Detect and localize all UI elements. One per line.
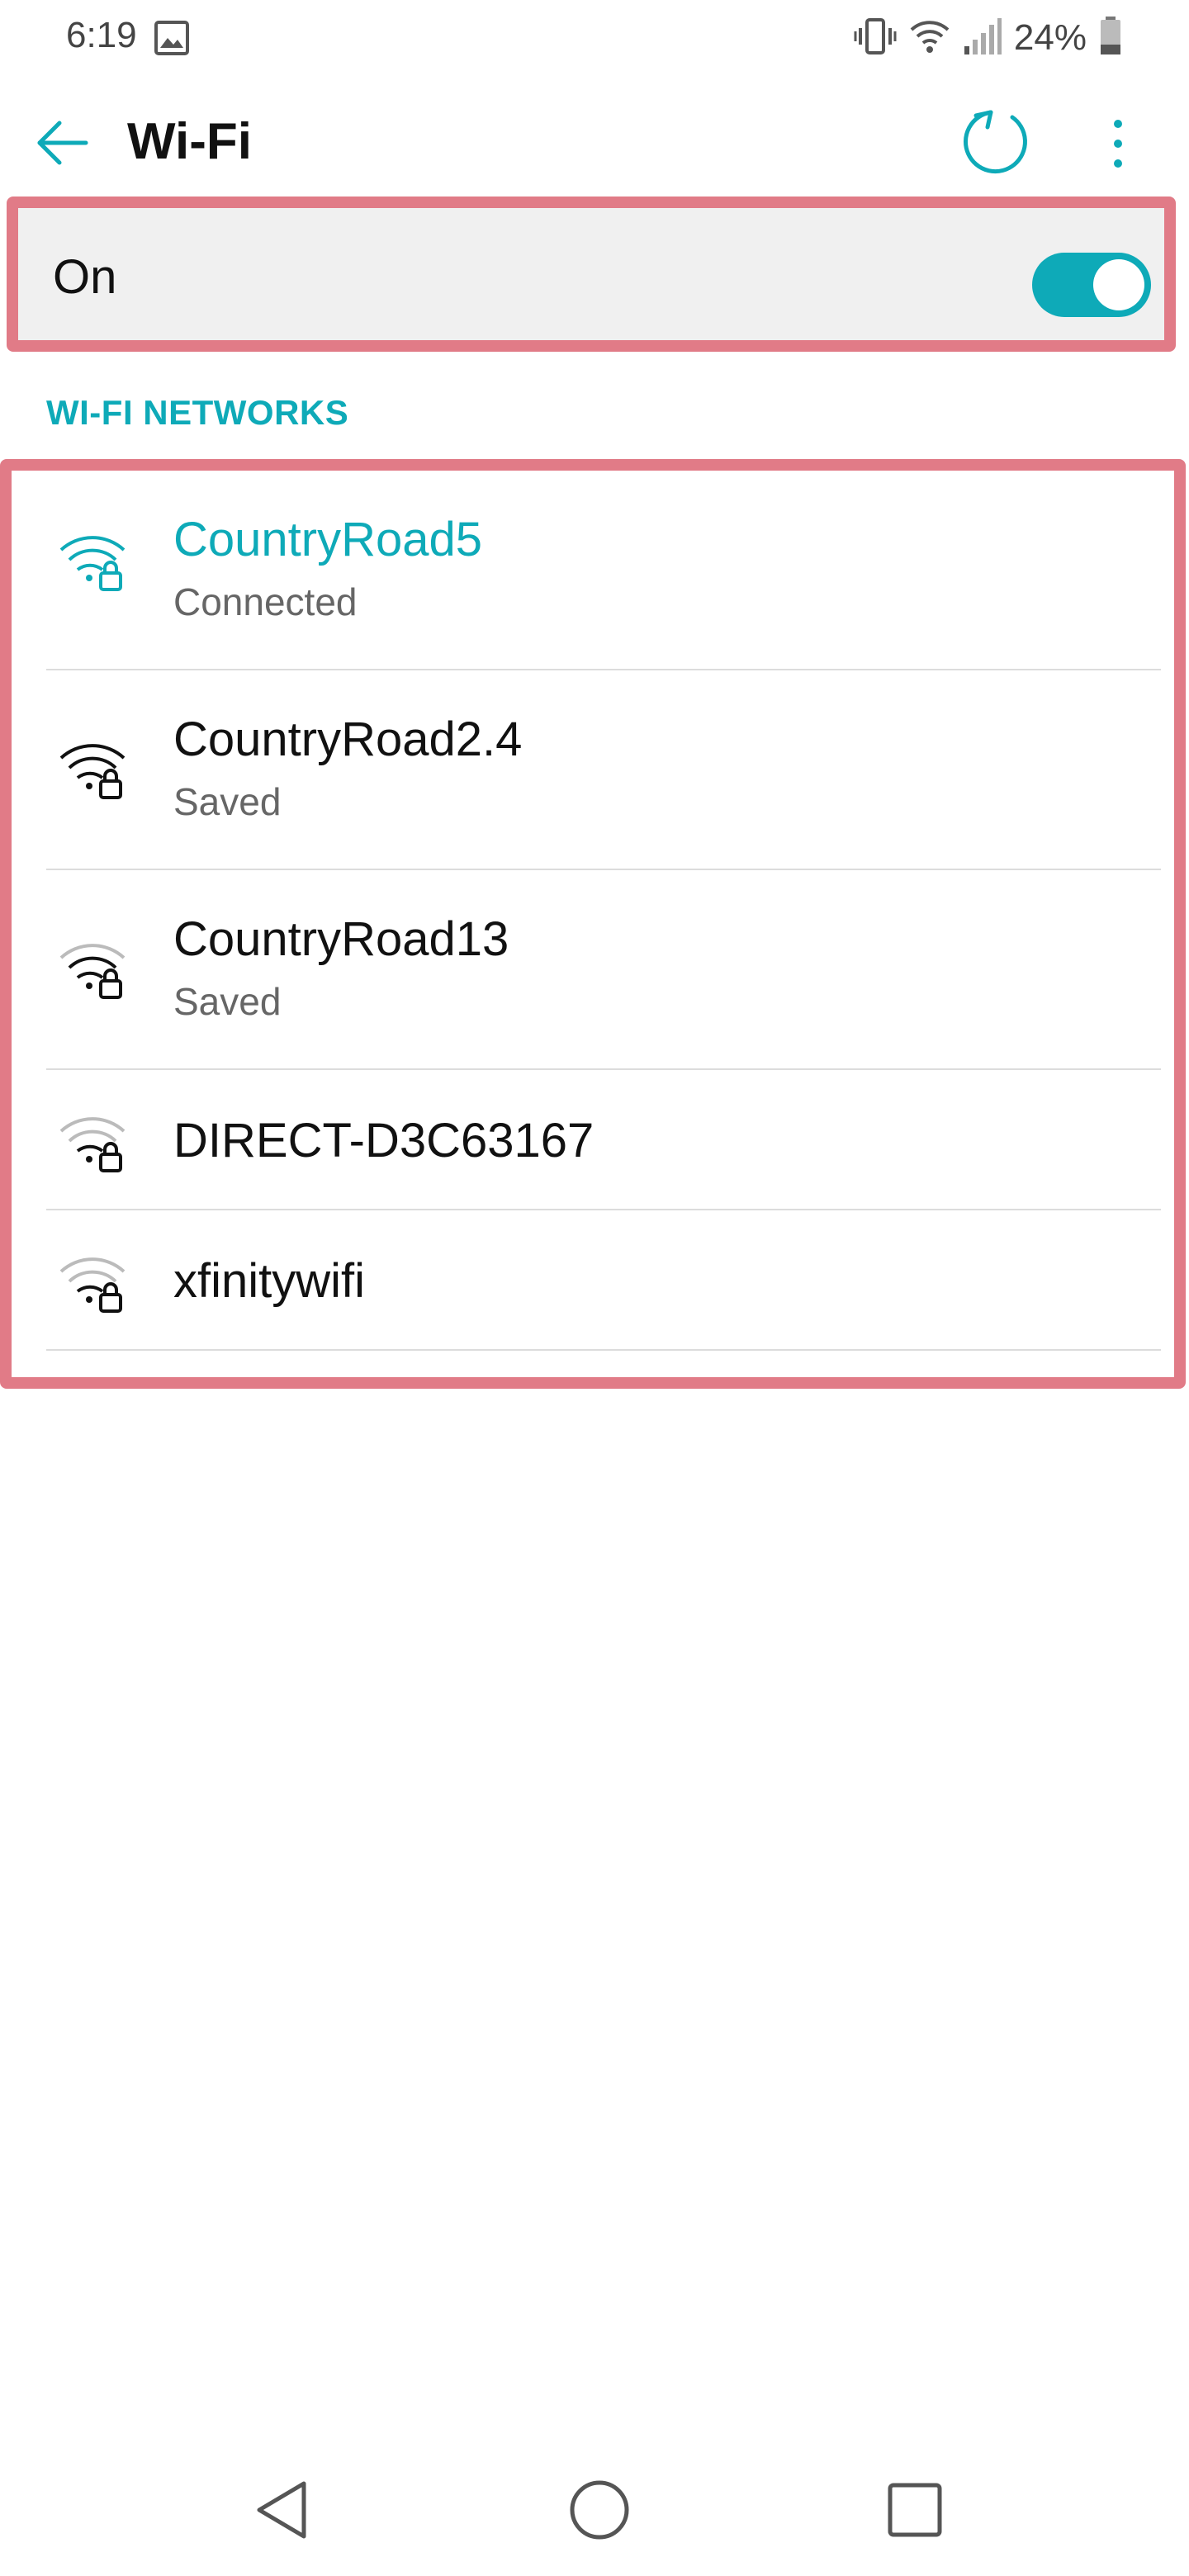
wifi-lock-icon: [58, 736, 132, 807]
wifi-status-icon: [908, 15, 951, 62]
battery-icon: [1098, 15, 1123, 62]
wifi-lock-icon: [58, 1250, 132, 1320]
wifi-switch[interactable]: [1032, 253, 1151, 317]
network-name: CountryRoad13: [173, 912, 509, 966]
recents-square-icon[interactable]: [874, 2469, 956, 2551]
section-header: WI-FI NETWORKS: [46, 393, 349, 432]
network-status: Connected: [173, 580, 358, 623]
network-name: CountryRoad2.4: [173, 713, 523, 766]
image-icon: [154, 20, 190, 60]
back-triangle-icon[interactable]: [243, 2469, 325, 2551]
home-circle-icon[interactable]: [558, 2469, 641, 2551]
network-item-countryroad2-4[interactable]: CountryRoad2.4 Saved: [46, 670, 1161, 870]
more-vert-icon[interactable]: [1092, 109, 1144, 178]
cell-signal-icon: [963, 15, 1002, 62]
wifi-lock-icon: [58, 1110, 132, 1180]
navigation-bar: [0, 2444, 1189, 2576]
back-arrow-icon[interactable]: [33, 113, 92, 173]
page-title: Wi-Fi: [127, 113, 252, 170]
wifi-lock-icon: [58, 936, 132, 1006]
network-item-countryroad5[interactable]: CountryRoad5 Connected: [46, 471, 1161, 670]
network-list: CountryRoad5 Connected CountryRoad2.4 Sa…: [0, 459, 1186, 1389]
network-name: xfinitywifi: [173, 1254, 366, 1308]
switch-knob: [1093, 259, 1144, 310]
battery-percent: 24%: [1013, 17, 1087, 58]
network-item-countryroad13[interactable]: CountryRoad13 Saved: [46, 870, 1161, 1070]
network-status: Saved: [173, 980, 282, 1023]
wifi-toggle-row[interactable]: On: [7, 197, 1176, 352]
wifi-toggle-label: On: [53, 250, 117, 304]
network-item-direct-d3c63167[interactable]: DIRECT-D3C63167: [46, 1070, 1161, 1210]
vibrate-icon: [854, 15, 897, 62]
network-name: DIRECT-D3C63167: [173, 1114, 594, 1167]
network-name: CountryRoad5: [173, 513, 482, 566]
refresh-icon[interactable]: [963, 107, 1032, 177]
wifi-lock-icon: [58, 528, 132, 599]
network-item-xfinitywifi[interactable]: xfinitywifi: [46, 1210, 1161, 1351]
status-time: 6:19: [66, 15, 137, 55]
toolbar: Wi-Fi: [0, 92, 1189, 192]
network-status: Saved: [173, 780, 282, 823]
status-bar: 6:19 24%: [0, 0, 1189, 79]
